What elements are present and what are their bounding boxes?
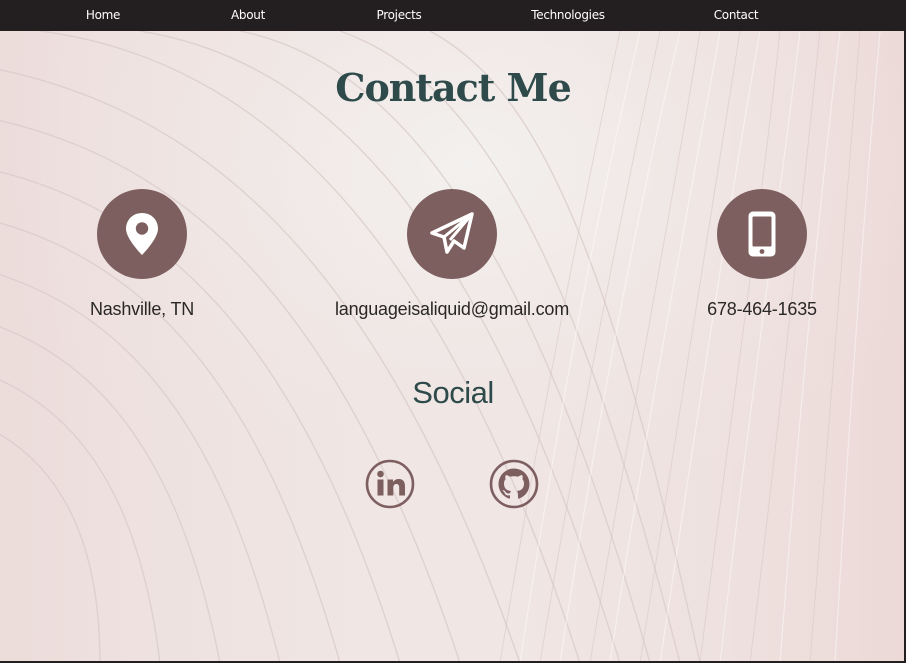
contact-email: languageisaliquid@gmail.com	[322, 189, 582, 320]
paper-plane-icon	[430, 212, 474, 254]
email-text[interactable]: languageisaliquid@gmail.com	[322, 299, 582, 320]
nav-technologies-link[interactable]: Technologies	[531, 0, 605, 31]
nav-contact-link[interactable]: Contact	[714, 0, 759, 31]
linkedin-link[interactable]	[365, 459, 415, 509]
map-pin-icon	[126, 213, 158, 255]
nav-about-link[interactable]: About	[231, 0, 265, 31]
mobile-phone-icon	[748, 211, 776, 257]
location-icon-circle	[97, 189, 187, 279]
contact-phone: 678-464-1635	[632, 189, 892, 320]
nav-home-link[interactable]: Home	[86, 0, 121, 31]
social-heading: Social	[412, 375, 494, 410]
contact-section: Contact Me Nashville, TN languageisaliqu…	[0, 31, 906, 663]
email-icon-circle[interactable]	[407, 189, 497, 279]
github-icon	[489, 459, 539, 509]
nav-projects-link[interactable]: Projects	[377, 0, 422, 31]
phone-icon-circle[interactable]	[717, 189, 807, 279]
linkedin-icon	[365, 459, 415, 509]
top-navbar: Home About Projects Technologies Contact	[0, 0, 906, 31]
location-text: Nashville, TN	[89, 299, 195, 319]
github-link[interactable]	[489, 459, 539, 509]
phone-text[interactable]: 678-464-1635	[632, 299, 892, 320]
contact-location: Nashville, TN	[12, 189, 272, 320]
page-title: Contact Me	[335, 65, 572, 110]
